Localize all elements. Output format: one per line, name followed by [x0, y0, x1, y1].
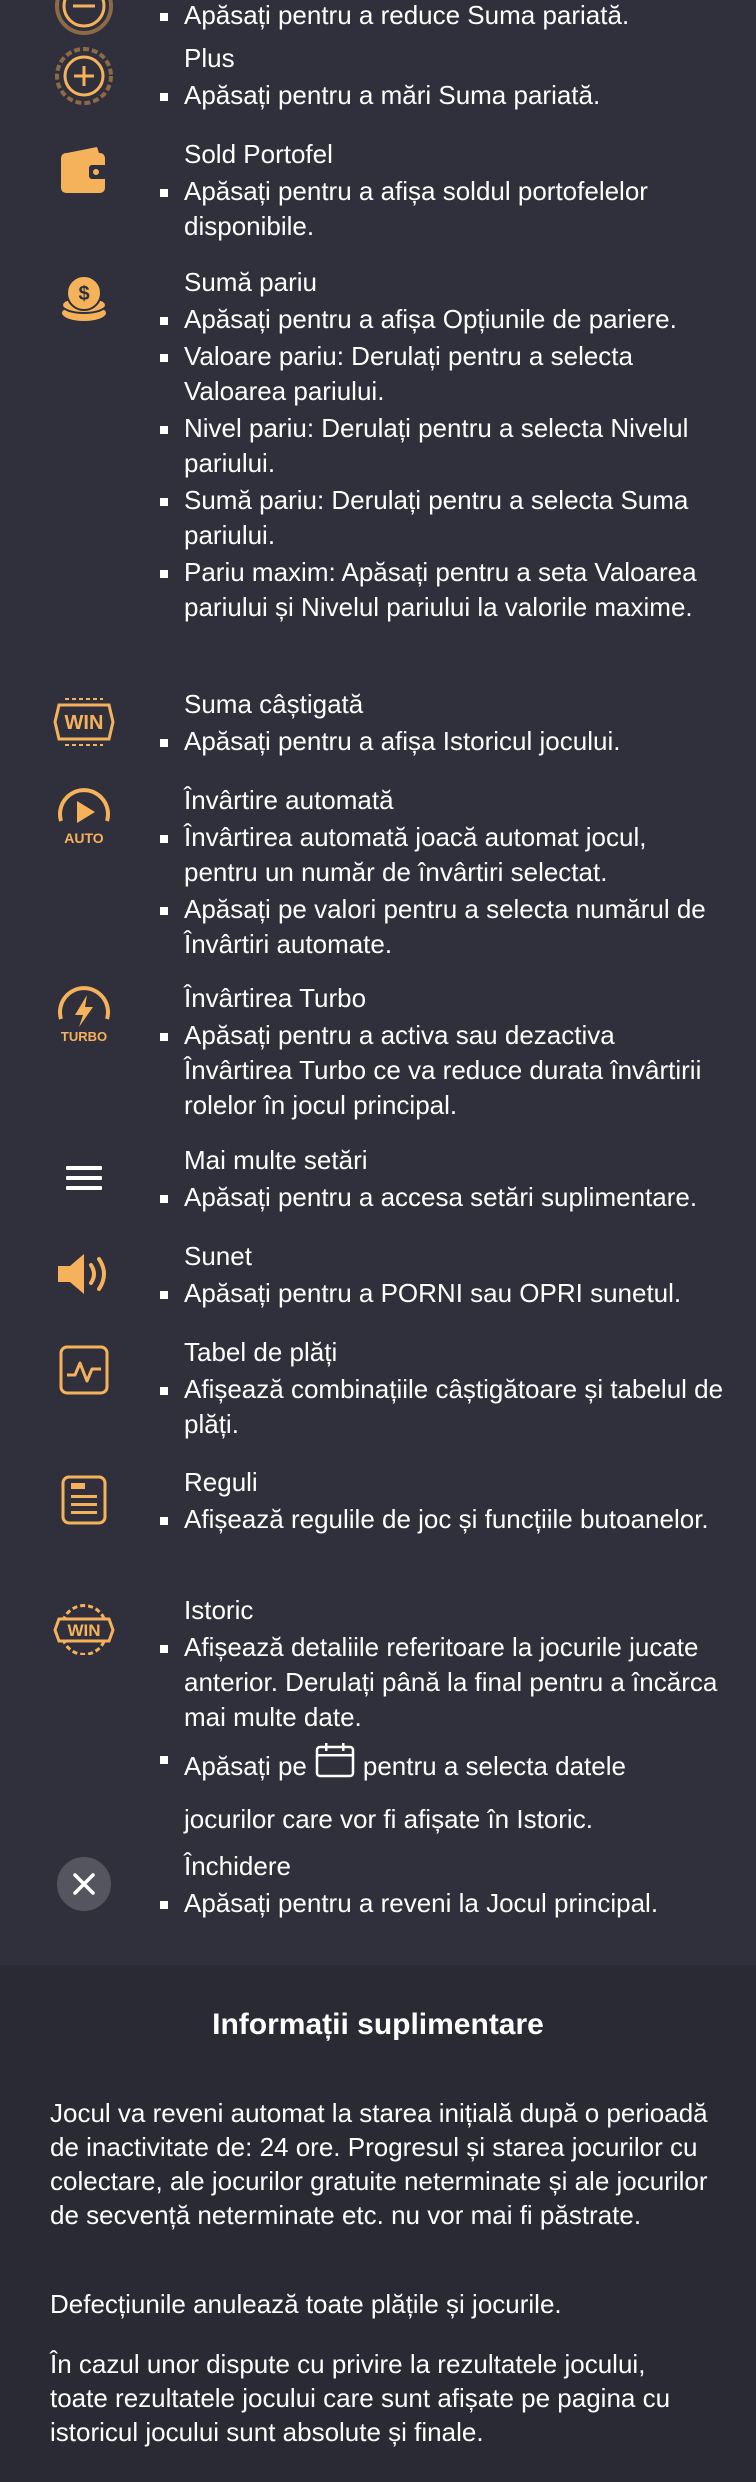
info-paragraph: Defecțiunile anulează toate plățile și j…	[50, 2289, 562, 2319]
wallet-icon	[48, 136, 120, 208]
svg-text:TURBO: TURBO	[61, 1029, 107, 1044]
rule-auto-spin-bullet: Învârtirea automată joacă automat jocul,…	[160, 820, 724, 890]
rule-history-calendar-before: Apăsați pe	[184, 1751, 307, 1781]
rule-win-amount-title: Suma câștigată	[184, 689, 364, 719]
svg-text:$: $	[78, 283, 89, 305]
rule-bet-amount-bullet: Nivel pariu: Derulați pentru a selecta N…	[160, 411, 724, 481]
rule-bet-amount-bullet: Apăsați pentru a afișa Opțiunile de pari…	[160, 302, 724, 337]
minus-icon	[48, 0, 120, 42]
menu-icon	[48, 1142, 120, 1214]
rule-history-title: Istoric	[184, 1595, 254, 1625]
rule-more-settings-bullet: Apăsați pentru a accesa setări supliment…	[160, 1180, 724, 1215]
speaker-icon	[48, 1238, 120, 1310]
win-badge-icon: WIN	[48, 686, 120, 758]
rule-rules-bullet: Afișează regulile de joc și funcțiile bu…	[160, 1502, 724, 1537]
info-paragraph: În cazul unor dispute cu privire la rezu…	[50, 2349, 671, 2447]
rule-wallet-bullet: Apăsați pentru a afișa soldul portofelel…	[160, 174, 724, 244]
rule-more-settings-title: Mai multe setări	[184, 1145, 368, 1175]
rule-auto-spin-title: Învârtire automată	[184, 785, 394, 815]
rules-section: Apăsați pentru a reduce Suma pariată. Pl…	[0, 0, 756, 1965]
additional-info-title: Informații suplimentare	[212, 2008, 544, 2041]
svg-text:AUTO: AUTO	[64, 830, 104, 846]
rule-wallet-title: Sold Portofel	[184, 139, 333, 169]
plus-icon	[48, 40, 120, 112]
rule-close-bullet: Apăsați pentru a reveni la Jocul princip…	[160, 1886, 724, 1921]
rule-rules-title: Reguli	[184, 1467, 258, 1497]
coins-icon: $	[48, 264, 120, 336]
turbo-icon: TURBO	[48, 980, 120, 1052]
calendar-icon	[315, 1742, 355, 1794]
rule-history-calendar-line2: jocurilor care vor fi afișate în Istoric…	[184, 1804, 593, 1835]
rules-document-icon	[48, 1464, 120, 1536]
rule-sound-bullet: Apăsați pentru a PORNI sau OPRI sunetul.	[160, 1276, 724, 1311]
close-icon	[48, 1848, 120, 1920]
rule-auto-spin-bullet: Apăsați pe valori pentru a selecta număr…	[160, 892, 724, 962]
rule-bet-amount-bullet: Pariu maxim: Apăsați pentru a seta Valoa…	[160, 555, 724, 625]
rule-turbo-spin-title: Învârtirea Turbo	[184, 983, 367, 1013]
rule-history-bullet: Afișează detaliile referitoare la jocuri…	[160, 1630, 724, 1735]
rule-history-calendar-after: pentru a selecta datele	[362, 1751, 626, 1781]
history-win-icon: WIN	[48, 1592, 120, 1664]
auto-spin-icon: AUTO	[48, 782, 120, 854]
rule-bet-amount-title: Sumă pariu	[184, 267, 317, 297]
rule-plus-bullet: Apăsați pentru a mări Suma pariată.	[160, 78, 724, 113]
paytable-icon	[48, 1334, 120, 1406]
svg-text:WIN: WIN	[65, 712, 104, 734]
rule-sound-title: Sunet	[184, 1241, 252, 1271]
rule-paytable-title: Tabel de plăți	[184, 1337, 338, 1367]
rule-plus-title: Plus	[184, 43, 235, 73]
rule-bet-amount-bullet: Valoare pariu: Derulați pentru a selecta…	[160, 339, 724, 409]
rule-minus-bullet: Apăsați pentru a reduce Suma pariată.	[160, 0, 724, 33]
info-paragraph: Jocul va reveni automat la starea iniția…	[50, 2098, 708, 2230]
rule-bet-amount-bullet: Sumă pariu: Derulați pentru a selecta Su…	[160, 483, 724, 553]
rule-turbo-spin-bullet: Apăsați pentru a activa sau dezactiva În…	[160, 1018, 724, 1123]
rule-history-calendar-bullet: Apăsați pe pentru a selecta datele jocuril…	[160, 1741, 724, 1844]
rule-close-title: Închidere	[184, 1851, 291, 1881]
svg-text:WIN: WIN	[67, 1621, 100, 1640]
rule-paytable-bullet: Afișează combinațiile câștigătoare și ta…	[160, 1372, 724, 1442]
rule-win-amount-bullet: Apăsați pentru a afișa Istoricul jocului…	[160, 724, 724, 759]
